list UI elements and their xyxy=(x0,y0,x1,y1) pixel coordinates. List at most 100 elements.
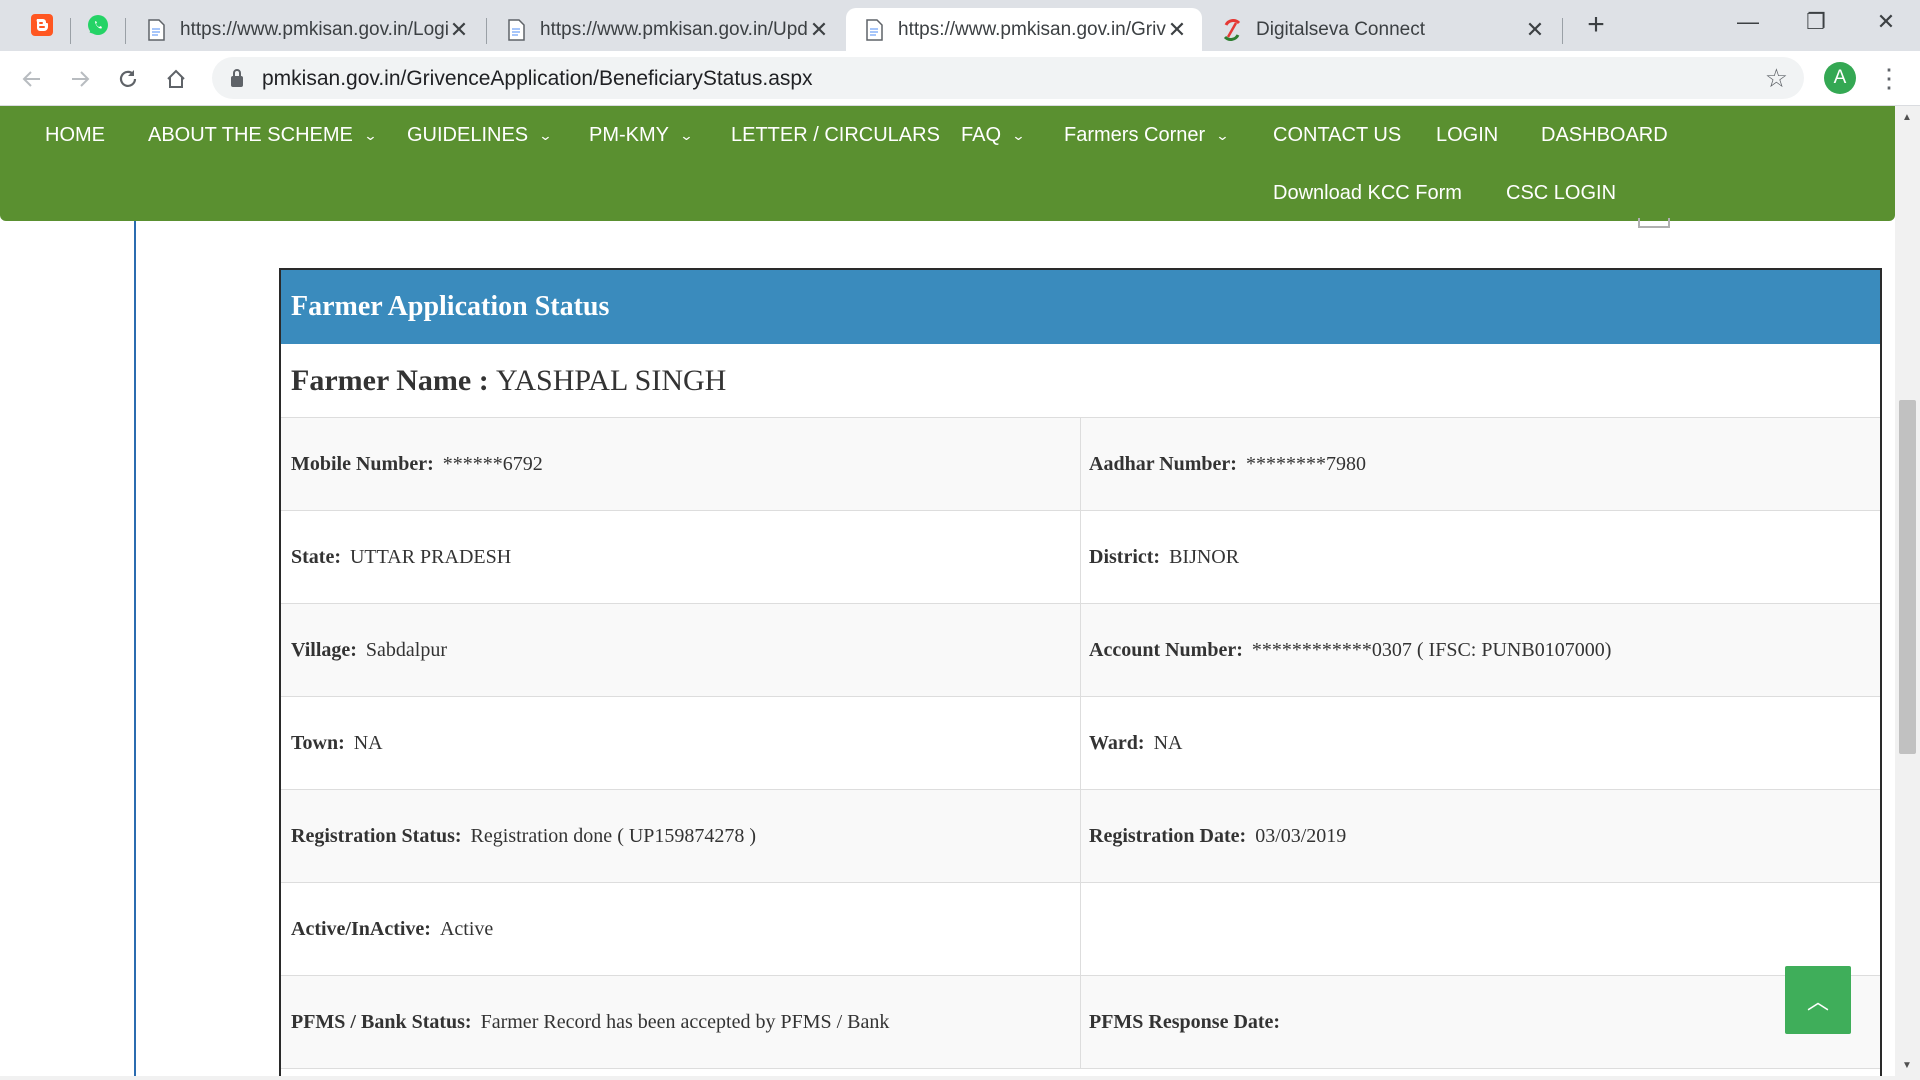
column-divider xyxy=(1080,883,1081,975)
reload-button[interactable] xyxy=(110,61,146,97)
browser-tab-active[interactable]: https://www.pmkisan.gov.in/Griv ✕ xyxy=(846,8,1202,51)
field-value: NA xyxy=(353,731,383,754)
back-button[interactable] xyxy=(14,61,50,97)
field-label: Aadhar Number: xyxy=(1089,452,1237,475)
tab-separator xyxy=(70,18,71,44)
nav-label: PM-KMY xyxy=(589,124,669,146)
table-row: Town: NA Ward: NA xyxy=(281,697,1880,790)
address-bar[interactable]: pmkisan.gov.in/GrivenceApplication/Benef… xyxy=(212,57,1804,99)
field-label: District: xyxy=(1089,545,1161,568)
field-value: Sabdalpur xyxy=(365,638,448,661)
field-label: Account Number: xyxy=(1089,638,1243,661)
horizontal-scrollbar[interactable] xyxy=(0,1076,1895,1080)
nav-label: LOGIN xyxy=(1436,124,1499,146)
table-row: Active/InActive: Active xyxy=(281,883,1880,976)
pfms-response-date-cell: PFMS Response Date: xyxy=(1089,976,1289,1068)
tab-title: Digitalseva Connect xyxy=(1256,18,1425,40)
forward-button[interactable] xyxy=(62,61,98,97)
close-tab-icon[interactable]: ✕ xyxy=(808,18,830,41)
reload-icon xyxy=(119,70,137,87)
nav-guidelines[interactable]: GUIDELINES ⌄ xyxy=(407,124,553,147)
back-to-top-button[interactable]: ︿ xyxy=(1785,966,1851,1034)
nav-label: LETTER / CIRCULARS xyxy=(731,124,940,146)
pinned-tab-whatsapp[interactable] xyxy=(76,8,120,42)
arrow-left-icon xyxy=(22,71,40,87)
browser-menu-icon[interactable]: ⋮ xyxy=(1876,61,1902,95)
empty-cell xyxy=(1089,883,1098,975)
nav-label: Download KCC Form xyxy=(1273,182,1462,204)
field-value: Registration done ( UP159874278 ) xyxy=(470,824,757,847)
nav-faq[interactable]: FAQ ⌄ xyxy=(961,124,1026,147)
tab-title: https://www.pmkisan.gov.in/Upd xyxy=(540,18,808,40)
column-divider xyxy=(1080,790,1081,882)
digitalseva-icon xyxy=(1223,18,1241,41)
farmer-name-value: YASHPAL SINGH xyxy=(496,364,727,397)
tab-strip: https://www.pmkisan.gov.in/Logi ✕ https:… xyxy=(0,0,1920,51)
field-value: NA xyxy=(1153,731,1183,754)
browser-tab[interactable]: https://www.pmkisan.gov.in/Upd ✕ xyxy=(488,8,844,51)
bookmark-star-icon[interactable]: ☆ xyxy=(1765,63,1788,94)
ward-cell: Ward: NA xyxy=(1089,697,1182,789)
profile-avatar[interactable]: A xyxy=(1824,62,1856,94)
column-divider xyxy=(1080,418,1081,510)
scroll-up-arrow-icon[interactable]: ▲ xyxy=(1902,112,1912,123)
tab-separator xyxy=(125,18,126,44)
field-value: Farmer Record has been accepted by PFMS … xyxy=(480,1010,890,1033)
farmer-name-row: Farmer Name : YASHPAL SINGH xyxy=(281,344,1880,418)
new-tab-button[interactable]: + xyxy=(1580,10,1612,42)
tab-separator xyxy=(486,18,487,44)
nav-dashboard[interactable]: DASHBOARD xyxy=(1541,124,1668,147)
browser-tab[interactable]: Digitalseva Connect ✕ xyxy=(1204,8,1560,51)
page-viewport: HOME ABOUT THE SCHEME ⌄ GUIDELINES ⌄ PM-KM… xyxy=(0,106,1920,1080)
close-tab-icon[interactable]: ✕ xyxy=(448,18,470,41)
field-label: Village: xyxy=(291,638,357,661)
farmer-name-label: Farmer Name : xyxy=(291,364,489,397)
scroll-down-arrow-icon[interactable]: ▼ xyxy=(1902,1060,1912,1071)
browser-tab[interactable]: https://www.pmkisan.gov.in/Logi ✕ xyxy=(128,8,484,51)
close-tab-icon[interactable]: ✕ xyxy=(1524,18,1546,41)
nav-label: CONTACT US xyxy=(1273,124,1402,146)
nav-contact-us[interactable]: CONTACT US xyxy=(1273,124,1401,147)
restore-button[interactable]: ❐ xyxy=(1786,0,1846,44)
table-row: PFMS / Bank Status: Farmer Record has bee… xyxy=(281,976,1880,1069)
nav-farmers-corner[interactable]: Farmers Corner ⌄ xyxy=(1064,124,1230,147)
home-button[interactable] xyxy=(158,61,194,97)
chevron-down-icon: ⌄ xyxy=(1011,127,1026,143)
nav-home[interactable]: HOME xyxy=(45,124,105,147)
home-icon xyxy=(167,69,185,88)
nav-label: GUIDELINES xyxy=(407,124,529,146)
pinned-tab-blogger[interactable] xyxy=(20,8,64,42)
document-icon xyxy=(508,18,525,41)
field-value: ******6792 xyxy=(442,452,543,475)
nav-pm-kmy[interactable]: PM-KMY ⌄ xyxy=(589,124,694,147)
column-divider xyxy=(1080,976,1081,1068)
column-divider xyxy=(1080,511,1081,603)
column-divider xyxy=(1080,604,1081,696)
mobile-number-cell: Mobile Number: ******6792 xyxy=(291,418,543,510)
scrollbar-thumb[interactable] xyxy=(1899,400,1916,754)
partial-icon xyxy=(1638,218,1670,228)
table-row: Village: Sabdalpur Account Number: *******… xyxy=(281,604,1880,697)
nav-letter-circulars[interactable]: LETTER / CIRCULARS xyxy=(731,124,940,147)
tab-separator xyxy=(1562,18,1563,44)
page-left-border xyxy=(134,221,136,1080)
document-icon xyxy=(148,18,165,41)
vertical-scrollbar[interactable]: ▲ ▼ xyxy=(1895,106,1920,1080)
table-row: Registration Status: Registration done ( … xyxy=(281,790,1880,883)
blogger-icon xyxy=(31,14,53,36)
nav-label: ABOUT THE SCHEME xyxy=(148,124,353,146)
table-row: Mobile Number: ******6792 Aadhar Number: *… xyxy=(281,418,1880,511)
close-window-button[interactable]: ✕ xyxy=(1856,0,1916,44)
field-label: Town: xyxy=(291,731,345,754)
field-value: ************0307 ( IFSC: PUNB0107000) xyxy=(1251,638,1612,661)
minimize-button[interactable]: — xyxy=(1718,0,1778,44)
town-cell: Town: NA xyxy=(291,697,383,789)
nav-download-kcc-form[interactable]: Download KCC Form xyxy=(1273,182,1462,205)
document-icon xyxy=(866,18,883,41)
field-value: ********7980 xyxy=(1245,452,1366,475)
url-path: /GrivenceApplication/BeneficiaryStatus.a… xyxy=(400,67,813,90)
close-tab-icon[interactable]: ✕ xyxy=(1166,18,1188,41)
nav-login[interactable]: LOGIN xyxy=(1436,124,1498,147)
nav-csc-login[interactable]: CSC LOGIN xyxy=(1506,182,1616,205)
nav-about-the-scheme[interactable]: ABOUT THE SCHEME ⌄ xyxy=(148,124,377,147)
